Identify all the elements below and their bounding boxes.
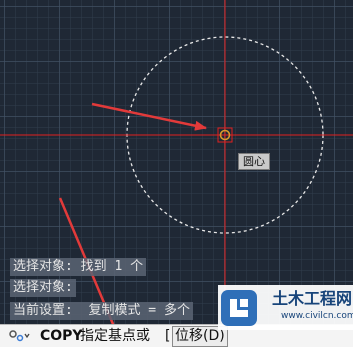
command-line-icon[interactable]	[8, 328, 30, 344]
osnap-tooltip: 圆心	[238, 153, 270, 170]
watermark-url: www.civilcn.com	[281, 311, 353, 321]
option-bracket: [	[165, 328, 171, 344]
command-prompt: 指定基点或	[80, 328, 150, 344]
command-name: COPY	[40, 328, 83, 344]
command-history-line: 选择对象: 找到 1 个	[10, 258, 147, 276]
watermark: 土木工程网 www.civilcn.com	[218, 285, 353, 330]
watermark-title: 土木工程网	[272, 289, 353, 308]
civilcn-logo-icon	[221, 290, 257, 326]
annotation-arrow-to-center	[91, 102, 207, 131]
command-history-line: 选择对象:	[10, 279, 76, 297]
command-history-line: 当前设置: 复制模式 = 多个	[10, 302, 193, 320]
